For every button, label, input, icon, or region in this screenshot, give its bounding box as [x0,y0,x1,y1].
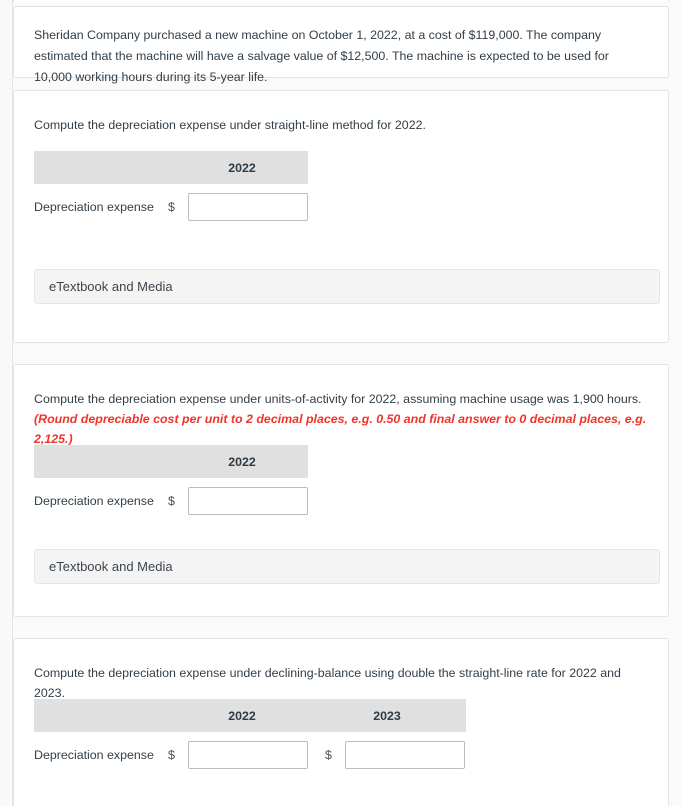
answer-input-straight-line-2022[interactable] [188,193,308,221]
currency-symbol: $ [168,748,175,762]
currency-symbol: $ [168,494,175,508]
problem-statement-text: Sheridan Company purchased a new machine… [34,28,609,84]
answer-cell-2022: $ [168,741,308,769]
table-header-2022: 2022 [228,160,256,175]
question-prompt-units-of-activity: Compute the depreciation expense under u… [34,389,648,449]
answer-cell-2022: $ [168,487,308,515]
question-prompt-text: Compute the depreciation expense under u… [34,392,642,406]
etextbook-and-media-label: eTextbook and Media [49,279,173,294]
card-above-partial [13,0,669,2]
etextbook-and-media-label: eTextbook and Media [49,559,173,574]
answer-input-declining-balance-2023[interactable] [345,741,465,769]
answer-input-units-of-activity-2022[interactable] [188,487,308,515]
table-header-row: 2022 2023 [34,699,466,732]
page-gutter [0,0,13,806]
problem-statement-card: Sheridan Company purchased a new machine… [13,6,669,84]
row-label-depreciation-expense: Depreciation expense [34,748,154,762]
table-header-2022: 2022 [228,708,256,723]
etextbook-and-media-button-units-of-activity[interactable]: eTextbook and Media [34,549,660,584]
assignment-page: Sheridan Company purchased a new machine… [0,0,682,806]
etextbook-and-media-button-straight-line[interactable]: eTextbook and Media [34,269,660,304]
table-header-row: 2022 [34,445,308,478]
question-prompt-declining-balance: Compute the depreciation expense under d… [34,666,621,700]
answer-cell-2022: $ [168,193,308,221]
table-header-2022: 2022 [228,454,256,469]
question-card-units-of-activity: Compute the depreciation expense under u… [13,364,669,617]
table-row: Depreciation expense $ [34,478,308,524]
question-prompt-straight-line: Compute the depreciation expense under s… [34,118,426,132]
answer-table-units-of-activity: 2022 Depreciation expense $ [34,445,308,524]
answer-input-declining-balance-2022[interactable] [188,741,308,769]
table-header-2023: 2023 [373,708,401,723]
table-row: Depreciation expense $ [34,184,308,230]
answer-table-straight-line: 2022 Depreciation expense $ [34,151,308,230]
question-card-straight-line: Compute the depreciation expense under s… [13,90,669,343]
question-card-declining-balance: Compute the depreciation expense under d… [13,638,669,806]
rounding-instruction-note: (Round depreciable cost per unit to 2 de… [34,412,647,446]
row-label-depreciation-expense: Depreciation expense [34,494,154,508]
table-row: Depreciation expense $ $ [34,732,466,778]
answer-table-declining-balance: 2022 2023 Depreciation expense $ $ [34,699,466,778]
currency-symbol: $ [325,748,332,762]
answer-cell-2023: $ [325,741,465,769]
row-label-depreciation-expense: Depreciation expense [34,200,154,214]
currency-symbol: $ [168,200,175,214]
table-header-row: 2022 [34,151,308,184]
